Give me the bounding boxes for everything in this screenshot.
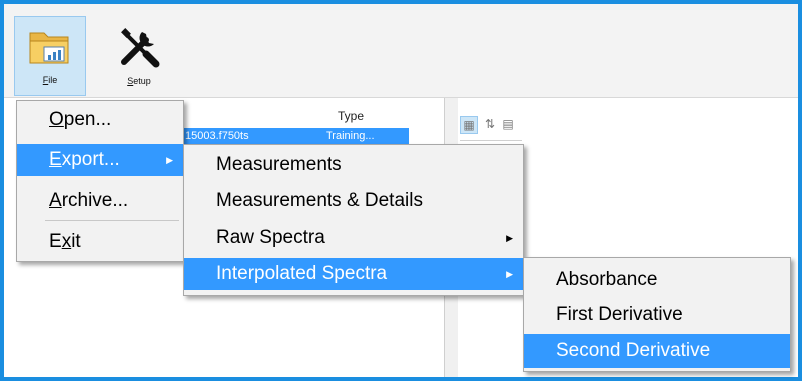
menu-item-archive[interactable]: Archive... <box>17 185 183 217</box>
export-submenu: Measurements Measurements & Details Raw … <box>183 144 524 296</box>
menu-item-export[interactable]: Export... ▶ <box>17 144 183 176</box>
menu-item-raw-spectra[interactable]: Raw Spectra ▶ <box>184 222 523 254</box>
setup-ribbon-button[interactable]: Setup <box>104 18 174 98</box>
menu-item-open[interactable]: Open... <box>17 104 183 136</box>
row-name: 15003.f750ts <box>185 130 249 142</box>
menu-item-first-derivative[interactable]: First Derivative <box>524 299 790 331</box>
setup-ribbon-label: Setup <box>127 76 151 86</box>
file-menu: Open... Export... ▶ Archive... Exit <box>16 100 184 262</box>
menu-item-measurements[interactable]: Measurements <box>184 149 523 181</box>
property-pages-icon[interactable]: ▤ <box>500 116 516 132</box>
categorized-icon[interactable]: ▦ <box>460 116 478 134</box>
file-ribbon-button[interactable]: File <box>14 16 86 96</box>
menu-separator <box>45 220 179 221</box>
menu-item-second-derivative[interactable]: Second Derivative <box>524 334 790 368</box>
menu-item-absorbance[interactable]: Absorbance <box>524 264 790 296</box>
menu-item-measurements-details[interactable]: Measurements & Details <box>184 185 523 217</box>
sort-alpha-icon[interactable]: ⇅ <box>482 116 498 132</box>
properties-toolbar: ▦ ⇅ ▤ <box>460 116 540 134</box>
file-ribbon-label: File <box>42 75 58 85</box>
menu-item-interpolated-spectra[interactable]: Interpolated Spectra ▶ <box>184 258 523 290</box>
submenu-arrow-icon: ▶ <box>506 233 513 243</box>
interpolated-spectra-submenu: Absorbance First Derivative Second Deriv… <box>523 257 791 372</box>
submenu-arrow-icon: ▶ <box>166 155 173 165</box>
table-row[interactable]: 15003.f750ts Training... <box>183 128 409 145</box>
tools-icon <box>121 28 160 68</box>
folder-chart-icon <box>29 32 69 64</box>
divider <box>460 140 522 141</box>
type-column-header[interactable]: Type <box>338 109 364 123</box>
list-header: Type <box>180 109 442 125</box>
ribbon-toolbar: File Setup <box>4 4 798 98</box>
submenu-arrow-icon: ▶ <box>506 269 513 279</box>
menu-item-exit[interactable]: Exit <box>17 226 183 258</box>
row-type: Training... <box>326 130 375 142</box>
